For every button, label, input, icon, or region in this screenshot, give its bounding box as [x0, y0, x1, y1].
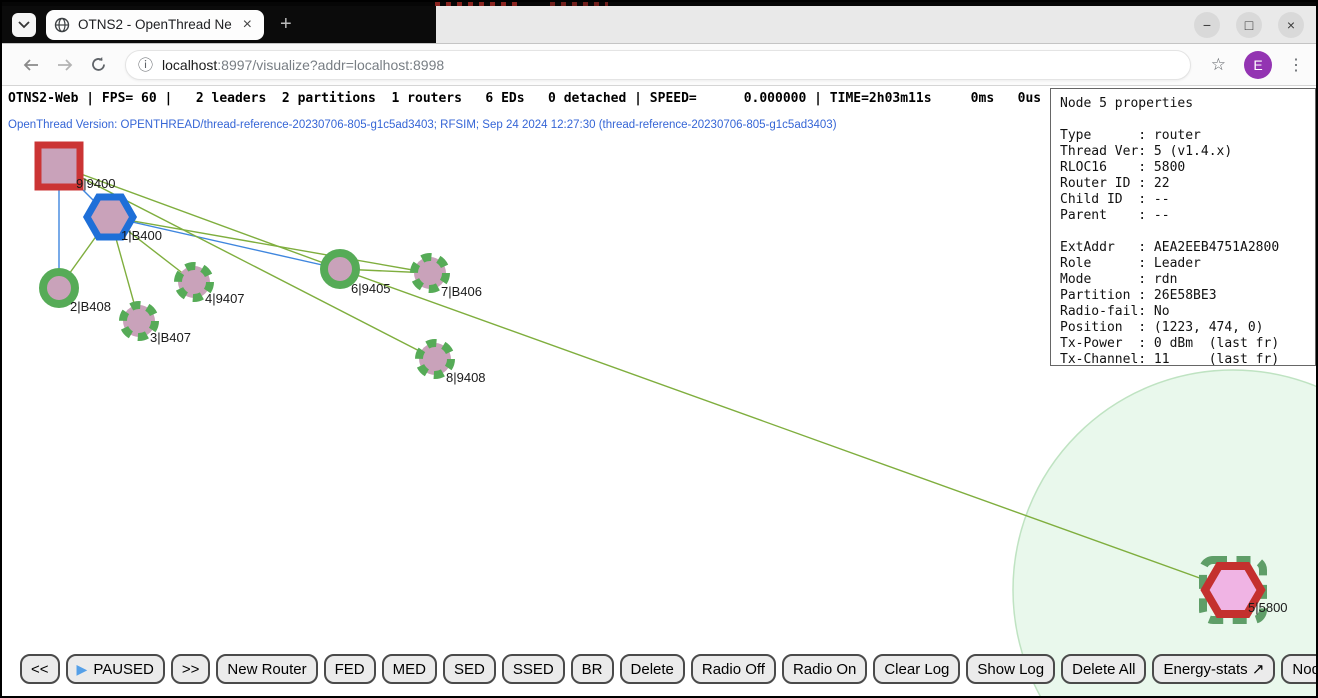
- energy-stats-button[interactable]: Energy-stats ↗: [1152, 654, 1275, 684]
- globe-icon: [54, 17, 70, 33]
- node-stats-button[interactable]: Node-stats ↗: [1281, 654, 1318, 684]
- url-path: :8997/visualize?addr=localhost:8998: [217, 57, 444, 73]
- radio-on-button[interactable]: Radio On: [782, 654, 867, 684]
- panel-body: Type : router Thread Ver: 5 (v1.4.x) RLO…: [1060, 128, 1306, 368]
- new-fed-button[interactable]: FED: [324, 654, 376, 684]
- node-6[interactable]: 6|9405: [324, 253, 391, 296]
- chevron-down-icon: [18, 21, 30, 29]
- navigation-bar: ⓘ localhost:8997/visualize?addr=localhos…: [2, 44, 1316, 86]
- status-bar: OTNS2-Web | FPS= 60 | 2 leaders 2 partit…: [8, 91, 1041, 106]
- node-label: 3|B407: [150, 330, 191, 345]
- clear-log-button[interactable]: Clear Log: [873, 654, 960, 684]
- otns-visualizer-page: 9|9400 1|B400 2|B408 3|B407 4|9407: [2, 86, 1316, 696]
- delete-all-button[interactable]: Delete All: [1061, 654, 1146, 684]
- url-text: localhost:8997/visualize?addr=localhost:…: [162, 57, 444, 73]
- site-info-icon[interactable]: ⓘ: [138, 54, 153, 75]
- forward-button[interactable]: [56, 57, 74, 73]
- node-label: 7|B406: [441, 284, 482, 299]
- link-green: [110, 217, 430, 273]
- maximize-button[interactable]: □: [1236, 12, 1262, 38]
- tab-strip: OTNS2 - OpenThread Ne × +: [2, 6, 436, 43]
- new-br-button[interactable]: BR: [571, 654, 614, 684]
- node-3[interactable]: 3|B407: [123, 305, 191, 345]
- node-7[interactable]: 7|B406: [414, 257, 482, 299]
- tab-title: OTNS2 - OpenThread Ne: [78, 17, 239, 32]
- titlebar: OTNS2 - OpenThread Ne × + − □ ×: [2, 6, 1316, 44]
- node-label: 5|5800: [1248, 600, 1288, 615]
- window-controls: − □ ×: [1194, 6, 1304, 43]
- node-9[interactable]: 9|9400: [38, 145, 116, 191]
- forward-icon: [56, 57, 74, 73]
- node-label: 1|B400: [121, 228, 162, 243]
- node-1[interactable]: 1|B400: [87, 197, 162, 243]
- openthread-version-line: OpenThread Version: OPENTHREAD/thread-re…: [8, 119, 837, 131]
- browser-tab[interactable]: OTNS2 - OpenThread Ne ×: [46, 10, 264, 40]
- new-ssed-button[interactable]: SSED: [502, 654, 565, 684]
- node-label: 2|B408: [70, 299, 111, 314]
- show-log-button[interactable]: Show Log: [966, 654, 1055, 684]
- node-label: 4|9407: [205, 291, 245, 306]
- reload-icon: [90, 56, 107, 73]
- url-host: localhost: [162, 57, 217, 73]
- radio-range-circle: [1013, 370, 1316, 696]
- simulation-toolbar: << ▶ PAUSED >> New Router FED MED SED SSE…: [20, 654, 1318, 684]
- node-properties-panel: Node 5 properties Type : router Thread V…: [1050, 88, 1316, 366]
- address-bar[interactable]: ⓘ localhost:8997/visualize?addr=localhos…: [125, 50, 1191, 80]
- minimize-button[interactable]: −: [1194, 12, 1220, 38]
- node-4[interactable]: 4|9407: [178, 266, 245, 306]
- new-tab-button[interactable]: +: [280, 13, 292, 36]
- radio-off-button[interactable]: Radio Off: [691, 654, 776, 684]
- play-icon: ▶: [77, 661, 88, 678]
- close-button[interactable]: ×: [1278, 12, 1304, 38]
- browser-menu-icon[interactable]: ⋮: [1288, 55, 1304, 75]
- speed-up-button[interactable]: >>: [171, 654, 211, 684]
- back-button[interactable]: [22, 57, 40, 73]
- new-sed-button[interactable]: SED: [443, 654, 496, 684]
- pause-resume-button[interactable]: ▶ PAUSED: [66, 654, 165, 684]
- new-router-button[interactable]: New Router: [216, 654, 317, 684]
- bookmark-icon[interactable]: ☆: [1211, 55, 1226, 75]
- reload-button[interactable]: [90, 56, 107, 73]
- back-icon: [22, 57, 40, 73]
- speed-down-button[interactable]: <<: [20, 654, 60, 684]
- tab-search-button[interactable]: [12, 13, 36, 37]
- node-label: 9|9400: [76, 176, 116, 191]
- browser-window: OTNS2 - OpenThread Ne × + − □ × ⓘ localh…: [0, 0, 1318, 698]
- delete-button[interactable]: Delete: [620, 654, 685, 684]
- profile-avatar[interactable]: E: [1244, 51, 1272, 79]
- node-label: 8|9408: [446, 370, 486, 385]
- new-med-button[interactable]: MED: [382, 654, 437, 684]
- panel-title: Node 5 properties: [1060, 96, 1306, 112]
- node-label: 6|9405: [351, 281, 391, 296]
- node-2[interactable]: 2|B408: [43, 272, 111, 314]
- tab-close-icon[interactable]: ×: [239, 16, 256, 34]
- node-8[interactable]: 8|9408: [419, 343, 486, 385]
- pause-label: PAUSED: [93, 661, 154, 678]
